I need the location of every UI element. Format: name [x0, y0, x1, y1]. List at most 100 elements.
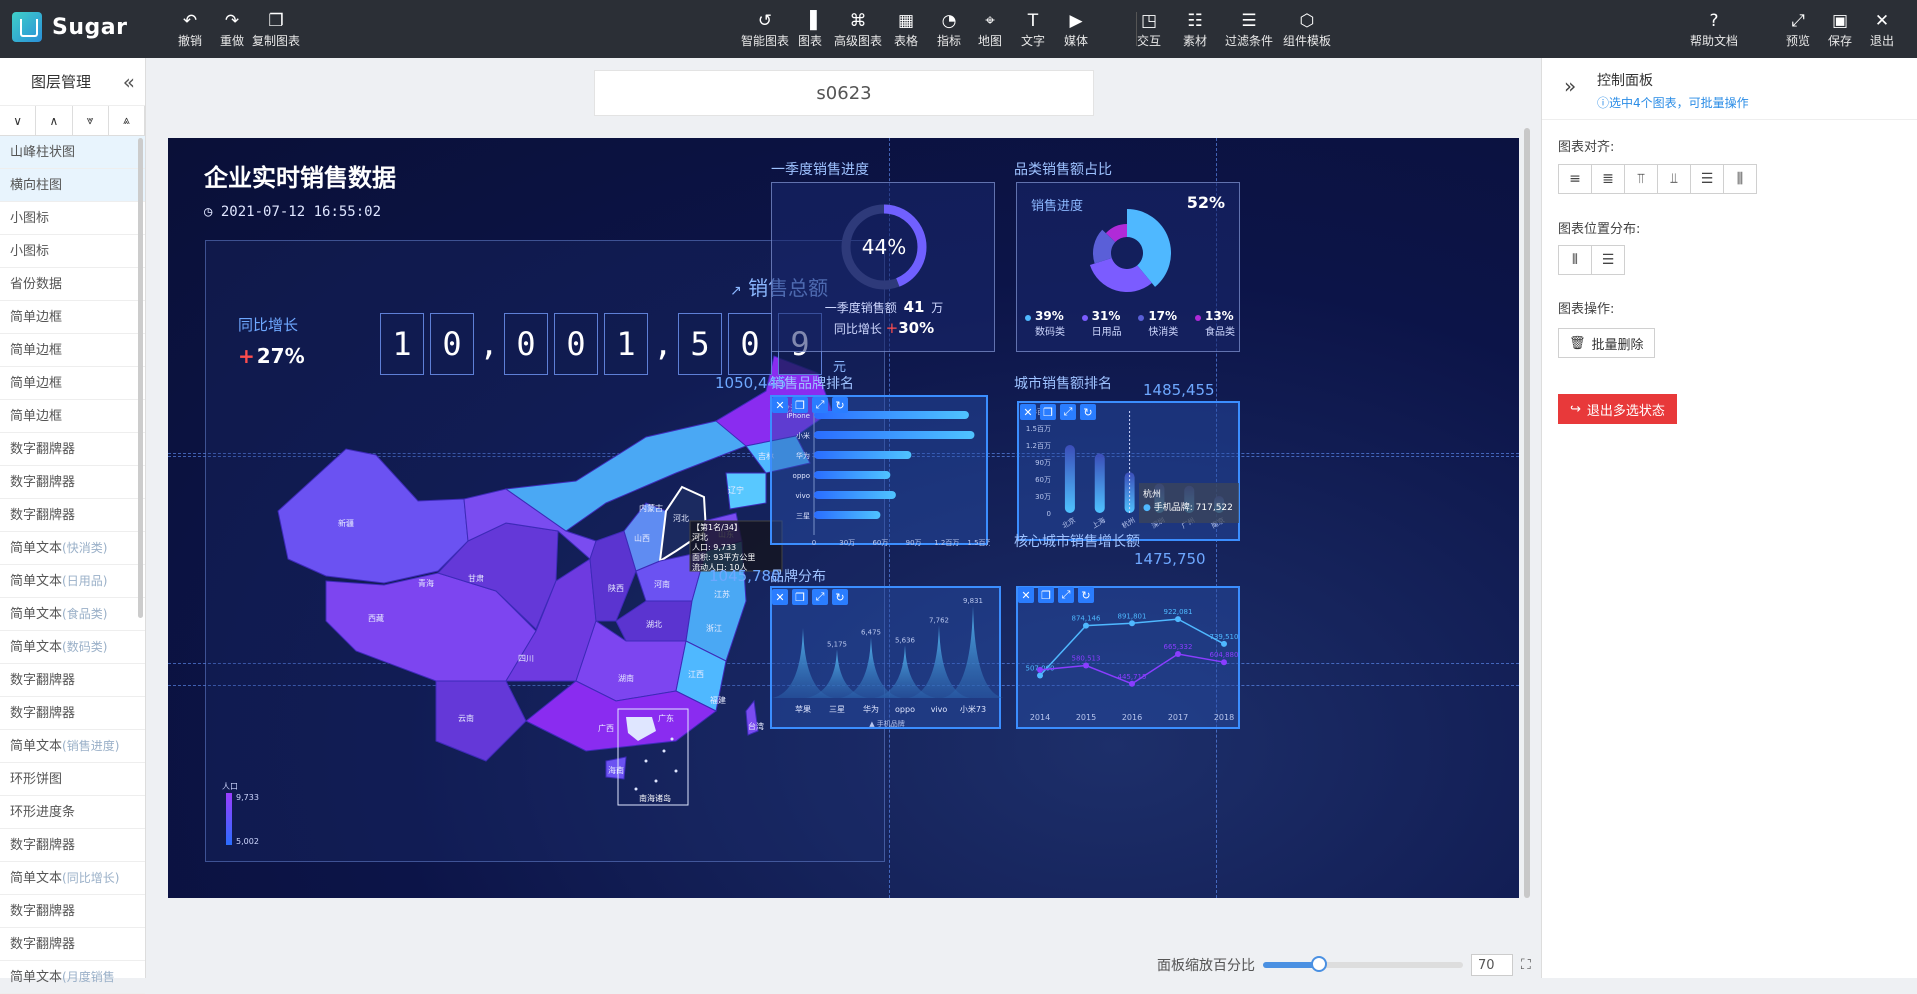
align-right-icon[interactable]: ≣ [1591, 164, 1625, 194]
batch-delete-button[interactable]: 🗑 批量删除 [1558, 328, 1655, 358]
layer-item[interactable]: 小图标 [0, 202, 145, 235]
filter-button[interactable]: ☰ 过滤条件 [1225, 10, 1273, 49]
gauge-button[interactable]: ◔ 指标 [937, 10, 961, 49]
zoom-input[interactable]: 70 [1471, 954, 1513, 976]
layer-item[interactable]: 数字翻牌器 [0, 499, 145, 532]
layer-item[interactable]: 山峰柱状图 [0, 136, 145, 169]
remove-icon[interactable]: ✕ [772, 589, 788, 605]
expand-right-icon[interactable]: » [1564, 74, 1576, 98]
layer-item-label: 简单文本 [10, 871, 63, 886]
expand-icon[interactable]: ⤢ [1060, 404, 1076, 420]
layer-item[interactable]: 数字翻牌器 [0, 466, 145, 499]
help-button[interactable]: ? 帮助文档 [1690, 10, 1738, 49]
smart-chart-button[interactable]: ↺ 智能图表 [741, 10, 789, 49]
layer-item[interactable]: 简单边框 [0, 367, 145, 400]
layer-item-label: 横向柱图 [10, 178, 63, 193]
text-button[interactable]: T 文字 [1021, 10, 1045, 49]
layer-item[interactable]: 环形进度条 [0, 796, 145, 829]
close-button[interactable]: ✕ 退出 [1870, 10, 1894, 49]
move-up-icon[interactable]: ∧ [36, 106, 73, 135]
move-bottom-icon[interactable]: ⩔ [73, 106, 109, 135]
template-button[interactable]: ⬡ 组件模板 [1283, 10, 1331, 49]
map-pin-button[interactable]: ⌖ 地图 [978, 10, 1002, 49]
preview-button[interactable]: ⤢ 预览 [1786, 10, 1810, 49]
help-icon: ? [1709, 11, 1719, 31]
layer-item[interactable]: 简单边框 [0, 400, 145, 433]
undo-button[interactable]: ↶ 撤销 [178, 10, 202, 49]
dashboard-name-field[interactable]: s0623 [594, 70, 1094, 116]
layer-item[interactable]: 简单文本(同比增长) [0, 862, 145, 895]
material-button[interactable]: ☷ 素材 [1183, 10, 1207, 49]
category-panel[interactable]: 销售进度 52% 39% 数码类 31% 日用品 17% 快消类 13% 食品类 [1016, 182, 1240, 352]
core-city-panel[interactable]: 20142015201620172018507,000874,146891,80… [1016, 586, 1240, 741]
layer-item[interactable]: 横向柱图 [0, 169, 145, 202]
table-button[interactable]: ▦ 表格 [894, 10, 918, 49]
city-rank-panel[interactable]: 0 30万 60万 90万 1.2百万 1.5百万 1.8百万 北京 上海 杭州 深圳 广州 南京 杭州… [1017, 401, 1240, 541]
layer-item[interactable]: 数字翻牌器 [0, 433, 145, 466]
save-button[interactable]: ▣ 保存 [1828, 10, 1852, 49]
svg-text:四川: 四川 [518, 654, 534, 663]
layer-item[interactable]: 小图标 [0, 235, 145, 268]
move-top-icon[interactable]: ⩓ [109, 106, 145, 135]
exit-multiselect-button[interactable]: ↪ 退出多选状态 [1558, 394, 1677, 424]
canvas-scrollbar[interactable] [1524, 128, 1530, 898]
layer-item[interactable]: 环形饼图 [0, 763, 145, 796]
layer-item-label: 数字翻牌器 [10, 838, 76, 853]
control-panel-hint: ⓘ选中4个图表，可批量操作 [1597, 94, 1749, 111]
layer-item[interactable]: 简单文本(销售进度) [0, 730, 145, 763]
distribute-horizontal-icon[interactable]: ⦀ [1558, 245, 1592, 275]
layer-item[interactable]: 数字翻牌器 [0, 928, 145, 961]
copy-button[interactable]: ❐ 复制图表 [252, 10, 300, 49]
chart-button[interactable]: ▐ 图表 [798, 10, 822, 49]
media-button[interactable]: ▶ 媒体 [1064, 10, 1088, 49]
align-top-icon[interactable]: ⫪ [1624, 164, 1658, 194]
advanced-chart-button[interactable]: ⌘ 高级图表 [834, 10, 882, 49]
refresh-icon[interactable]: ↻ [1078, 587, 1094, 603]
brand-rank-panel[interactable]: 0 30万 60万 90万 1.2百万 1.5百万 iPhone 小米 华为 oppo vivo 三星 [770, 395, 993, 547]
brand-dist-panel[interactable]: 苹果 三星 华为 oppo vivo 小米73 5,175 6,475 5,636 7,762 9,… [770, 586, 1004, 729]
remove-icon[interactable]: ✕ [1020, 404, 1036, 420]
zoom-slider[interactable] [1263, 956, 1463, 972]
copy-icon[interactable]: ❐ [1040, 404, 1056, 420]
layer-item-label: 数字翻牌器 [10, 937, 76, 952]
copy-icon[interactable]: ❐ [792, 397, 808, 413]
interaction-button[interactable]: ◳ 交互 [1137, 10, 1161, 49]
refresh-icon[interactable]: ↻ [832, 589, 848, 605]
expand-icon[interactable]: ⤢ [812, 397, 828, 413]
layer-item[interactable]: 省份数据 [0, 268, 145, 301]
y-tick-label: 90万 [1035, 459, 1051, 467]
copy-icon[interactable]: ❐ [792, 589, 808, 605]
remove-icon[interactable]: ✕ [772, 397, 788, 413]
layer-item[interactable]: 简单文本(日用品) [0, 565, 145, 598]
refresh-icon[interactable]: ↻ [832, 397, 848, 413]
app-logo[interactable]: Sugar [12, 12, 127, 42]
copy-icon[interactable]: ❐ [1038, 587, 1054, 603]
expand-icon[interactable]: ⤢ [1058, 587, 1074, 603]
legend-title: 人口 [222, 782, 238, 791]
align-center-v-icon[interactable]: ⫼ [1723, 164, 1757, 194]
layer-item[interactable]: 数字翻牌器 [0, 664, 145, 697]
align-bottom-icon[interactable]: ⫫ [1657, 164, 1691, 194]
layer-item[interactable]: 数字翻牌器 [0, 697, 145, 730]
expand-icon[interactable]: ⤢ [812, 589, 828, 605]
layer-item[interactable]: 数字翻牌器 [0, 829, 145, 862]
layer-list-scrollbar[interactable] [138, 138, 143, 618]
layer-item[interactable]: 简单文本(快消类) [0, 532, 145, 565]
align-left-icon[interactable]: ≡ [1558, 164, 1592, 194]
align-center-h-icon[interactable]: ☰ [1690, 164, 1724, 194]
collapse-panel-icon[interactable]: « [123, 70, 135, 94]
layer-item[interactable]: 简单文本(食品类) [0, 598, 145, 631]
refresh-icon[interactable]: ↻ [1080, 404, 1096, 420]
move-down-icon[interactable]: ∨ [0, 106, 37, 135]
svg-text:湖南: 湖南 [618, 673, 634, 683]
redo-button[interactable]: ↷ 重做 [220, 10, 244, 49]
distribute-vertical-icon[interactable]: ☰ [1591, 245, 1625, 275]
layer-item[interactable]: 简单边框 [0, 301, 145, 334]
q1-progress-panel[interactable]: 44% 一季度销售额 41 万 同比增长 +30% [771, 182, 995, 352]
fullscreen-icon[interactable]: ⛶ [1521, 957, 1531, 973]
layer-item[interactable]: 简单边框 [0, 334, 145, 367]
zoom-slider-handle[interactable] [1310, 956, 1327, 972]
remove-icon[interactable]: ✕ [1018, 587, 1034, 603]
layer-item[interactable]: 数字翻牌器 [0, 895, 145, 928]
layer-item[interactable]: 简单文本(数码类) [0, 631, 145, 664]
